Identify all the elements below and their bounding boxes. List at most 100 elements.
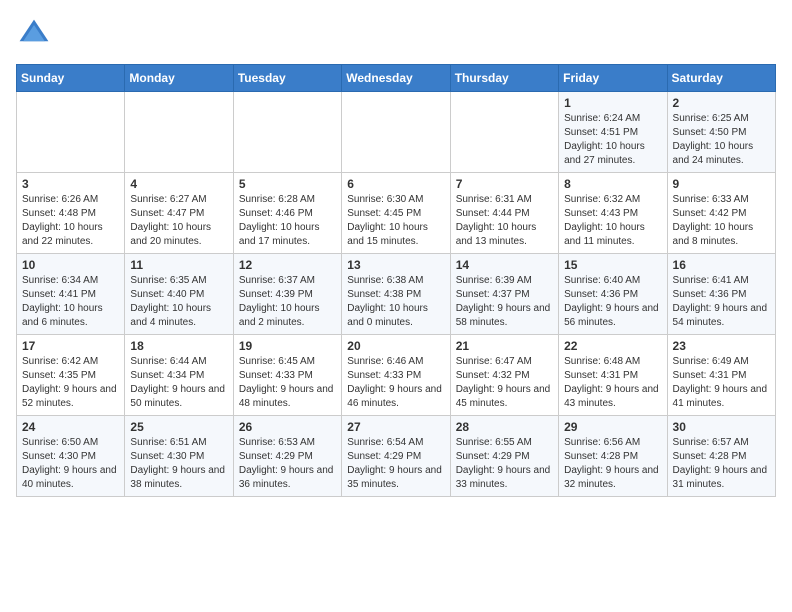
calendar-cell: 12Sunrise: 6:37 AM Sunset: 4:39 PM Dayli… (233, 254, 341, 335)
calendar-cell: 23 Sunrise: 6:49 AM Sunset: 4:31 PM Dayli… (667, 335, 775, 416)
calendar-cell (450, 92, 558, 173)
calendar-cell: 10Sunrise: 6:34 AM Sunset: 4:41 PM Dayli… (17, 254, 125, 335)
day-info: Sunrise: 6:48 AM Sunset: 4:31 PM Dayligh… (564, 355, 661, 411)
calendar-cell: 24 Sunrise: 6:50 AM Sunset: 4:30 PM Dayli… (17, 416, 125, 497)
day-info: Sunrise: 6:30 AM Sunset: 4:45 PM Dayligh… (347, 193, 444, 249)
calendar-week-4: 17 Sunrise: 6:42 AM Sunset: 4:35 PM Dayli… (17, 335, 776, 416)
calendar-cell: 25 Sunrise: 6:51 AM Sunset: 4:30 PM Dayli… (125, 416, 233, 497)
day-info: Sunrise: 6:24 AM Sunset: 4:51 PM Dayligh… (564, 112, 661, 168)
day-info: Sunrise: 6:56 AM Sunset: 4:28 PM Dayligh… (564, 436, 661, 492)
calendar-cell: 18 Sunrise: 6:44 AM Sunset: 4:34 PM Dayli… (125, 335, 233, 416)
day-info: Sunrise: 6:47 AM Sunset: 4:32 PM Dayligh… (456, 355, 553, 411)
calendar-cell (125, 92, 233, 173)
calendar-week-1: 1 Sunrise: 6:24 AM Sunset: 4:51 PM Daylig… (17, 92, 776, 173)
day-number: 20 (347, 339, 444, 353)
day-info: Sunrise: 6:53 AM Sunset: 4:29 PM Dayligh… (239, 436, 336, 492)
page-header (16, 16, 776, 52)
day-number: 2 (673, 96, 770, 110)
day-number: 18 (130, 339, 227, 353)
header-thursday: Thursday (450, 65, 558, 92)
day-number: 21 (456, 339, 553, 353)
day-info: Sunrise: 6:28 AM Sunset: 4:46 PM Dayligh… (239, 193, 336, 249)
calendar-cell (17, 92, 125, 173)
day-number: 7 (456, 177, 553, 191)
calendar-cell: 26 Sunrise: 6:53 AM Sunset: 4:29 PM Dayli… (233, 416, 341, 497)
calendar-cell: 13 Sunrise: 6:38 AM Sunset: 4:38 PM Dayli… (342, 254, 450, 335)
header-sunday: Sunday (17, 65, 125, 92)
header-monday: Monday (125, 65, 233, 92)
day-info: Sunrise: 6:45 AM Sunset: 4:33 PM Dayligh… (239, 355, 336, 411)
calendar-cell: 28 Sunrise: 6:55 AM Sunset: 4:29 PM Dayli… (450, 416, 558, 497)
day-number: 30 (673, 420, 770, 434)
day-info: Sunrise: 6:33 AM Sunset: 4:42 PM Dayligh… (673, 193, 770, 249)
day-number: 29 (564, 420, 661, 434)
day-number: 9 (673, 177, 770, 191)
calendar-cell: 30 Sunrise: 6:57 AM Sunset: 4:28 PM Dayli… (667, 416, 775, 497)
day-number: 5 (239, 177, 336, 191)
calendar-header-row: SundayMondayTuesdayWednesdayThursdayFrid… (17, 65, 776, 92)
day-number: 1 (564, 96, 661, 110)
day-info: Sunrise: 6:44 AM Sunset: 4:34 PM Dayligh… (130, 355, 227, 411)
calendar-cell: 20 Sunrise: 6:46 AM Sunset: 4:33 PM Dayli… (342, 335, 450, 416)
day-info: Sunrise: 6:42 AM Sunset: 4:35 PM Dayligh… (22, 355, 119, 411)
day-info: Sunrise: 6:50 AM Sunset: 4:30 PM Dayligh… (22, 436, 119, 492)
day-number: 16 (673, 258, 770, 272)
calendar-cell: 21 Sunrise: 6:47 AM Sunset: 4:32 PM Dayli… (450, 335, 558, 416)
day-number: 10 (22, 258, 119, 272)
calendar-cell: 11 Sunrise: 6:35 AM Sunset: 4:40 PM Dayli… (125, 254, 233, 335)
day-info: Sunrise: 6:57 AM Sunset: 4:28 PM Dayligh… (673, 436, 770, 492)
day-number: 24 (22, 420, 119, 434)
day-number: 28 (456, 420, 553, 434)
day-number: 19 (239, 339, 336, 353)
calendar-cell: 6 Sunrise: 6:30 AM Sunset: 4:45 PM Daylig… (342, 173, 450, 254)
day-info: Sunrise: 6:25 AM Sunset: 4:50 PM Dayligh… (673, 112, 770, 168)
calendar-week-3: 10Sunrise: 6:34 AM Sunset: 4:41 PM Dayli… (17, 254, 776, 335)
day-info: Sunrise: 6:31 AM Sunset: 4:44 PM Dayligh… (456, 193, 553, 249)
day-number: 15 (564, 258, 661, 272)
day-number: 6 (347, 177, 444, 191)
header-tuesday: Tuesday (233, 65, 341, 92)
calendar-table: SundayMondayTuesdayWednesdayThursdayFrid… (16, 64, 776, 497)
calendar-cell: 1 Sunrise: 6:24 AM Sunset: 4:51 PM Daylig… (559, 92, 667, 173)
calendar-cell: 3Sunrise: 6:26 AM Sunset: 4:48 PM Daylig… (17, 173, 125, 254)
day-number: 13 (347, 258, 444, 272)
day-number: 14 (456, 258, 553, 272)
calendar-cell: 15 Sunrise: 6:40 AM Sunset: 4:36 PM Dayli… (559, 254, 667, 335)
calendar-cell: 22 Sunrise: 6:48 AM Sunset: 4:31 PM Dayli… (559, 335, 667, 416)
day-number: 17 (22, 339, 119, 353)
calendar-cell: 2 Sunrise: 6:25 AM Sunset: 4:50 PM Daylig… (667, 92, 775, 173)
calendar-cell: 19 Sunrise: 6:45 AM Sunset: 4:33 PM Dayli… (233, 335, 341, 416)
day-info: Sunrise: 6:32 AM Sunset: 4:43 PM Dayligh… (564, 193, 661, 249)
day-number: 23 (673, 339, 770, 353)
calendar-week-5: 24 Sunrise: 6:50 AM Sunset: 4:30 PM Dayli… (17, 416, 776, 497)
header-wednesday: Wednesday (342, 65, 450, 92)
day-number: 25 (130, 420, 227, 434)
day-info: Sunrise: 6:27 AM Sunset: 4:47 PM Dayligh… (130, 193, 227, 249)
day-number: 11 (130, 258, 227, 272)
day-info: Sunrise: 6:41 AM Sunset: 4:36 PM Dayligh… (673, 274, 770, 330)
day-number: 22 (564, 339, 661, 353)
calendar-cell (342, 92, 450, 173)
day-info: Sunrise: 6:40 AM Sunset: 4:36 PM Dayligh… (564, 274, 661, 330)
header-saturday: Saturday (667, 65, 775, 92)
logo (16, 16, 56, 52)
calendar-cell: 4 Sunrise: 6:27 AM Sunset: 4:47 PM Daylig… (125, 173, 233, 254)
day-info: Sunrise: 6:35 AM Sunset: 4:40 PM Dayligh… (130, 274, 227, 330)
day-info: Sunrise: 6:38 AM Sunset: 4:38 PM Dayligh… (347, 274, 444, 330)
day-info: Sunrise: 6:26 AM Sunset: 4:48 PM Dayligh… (22, 193, 119, 249)
calendar-cell: 14 Sunrise: 6:39 AM Sunset: 4:37 PM Dayli… (450, 254, 558, 335)
day-number: 4 (130, 177, 227, 191)
day-info: Sunrise: 6:49 AM Sunset: 4:31 PM Dayligh… (673, 355, 770, 411)
day-info: Sunrise: 6:46 AM Sunset: 4:33 PM Dayligh… (347, 355, 444, 411)
day-info: Sunrise: 6:55 AM Sunset: 4:29 PM Dayligh… (456, 436, 553, 492)
day-info: Sunrise: 6:51 AM Sunset: 4:30 PM Dayligh… (130, 436, 227, 492)
header-friday: Friday (559, 65, 667, 92)
day-number: 26 (239, 420, 336, 434)
calendar-cell: 9 Sunrise: 6:33 AM Sunset: 4:42 PM Daylig… (667, 173, 775, 254)
day-info: Sunrise: 6:37 AM Sunset: 4:39 PM Dayligh… (239, 274, 336, 330)
calendar-cell: 27Sunrise: 6:54 AM Sunset: 4:29 PM Dayli… (342, 416, 450, 497)
day-number: 27 (347, 420, 444, 434)
logo-icon (16, 16, 52, 52)
day-info: Sunrise: 6:39 AM Sunset: 4:37 PM Dayligh… (456, 274, 553, 330)
calendar-week-2: 3Sunrise: 6:26 AM Sunset: 4:48 PM Daylig… (17, 173, 776, 254)
